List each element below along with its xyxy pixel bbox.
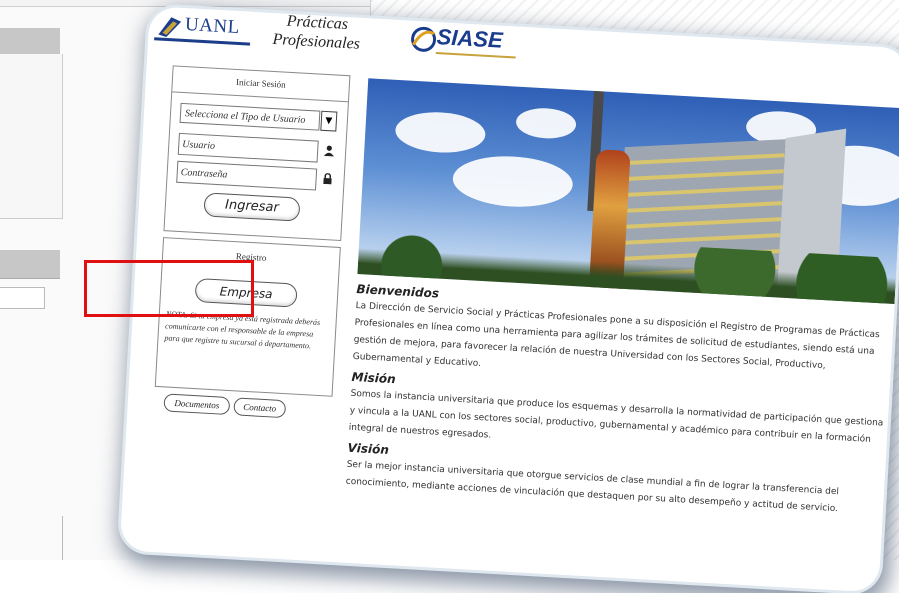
documentos-button[interactable]: Documentos bbox=[163, 393, 231, 416]
login-panel: Iniciar Sesión Selecciona el Tipo de Usu… bbox=[163, 65, 351, 242]
user-type-select[interactable]: Selecciona el Tipo de Usuario bbox=[179, 102, 321, 131]
campus-photo bbox=[357, 78, 899, 305]
cloud bbox=[394, 109, 487, 155]
cloud bbox=[451, 153, 575, 210]
site-title: Prácticas Profesionales bbox=[266, 11, 368, 55]
login-button[interactable]: Ingresar bbox=[203, 192, 301, 222]
siase-underline bbox=[435, 52, 516, 59]
login-divider bbox=[172, 91, 348, 103]
empresa-highlight-box bbox=[84, 260, 254, 317]
chevron-down-icon[interactable]: ▼ bbox=[320, 110, 338, 132]
cloud bbox=[515, 106, 577, 140]
password-field[interactable]: Contraseña bbox=[176, 160, 318, 191]
uanl-logo[interactable]: UANL bbox=[154, 10, 251, 49]
background-input bbox=[0, 287, 45, 309]
main-content: Bienvenidos La Dirección de Servicio Soc… bbox=[345, 282, 894, 525]
background-header-bar bbox=[0, 28, 60, 55]
background-divider bbox=[62, 516, 63, 560]
user-icon bbox=[323, 145, 335, 160]
siase-swoosh-icon bbox=[411, 26, 437, 52]
login-title: Iniciar Sesión bbox=[235, 76, 286, 90]
uanl-shield-icon bbox=[158, 17, 182, 37]
siase-logo-text: SIASE bbox=[436, 24, 504, 53]
background-top-strip bbox=[0, 0, 370, 7]
uanl-logo-text: UANL bbox=[184, 14, 241, 39]
contacto-button[interactable]: Contacto bbox=[233, 397, 287, 419]
background-panel bbox=[0, 54, 63, 219]
siase-logo[interactable]: SIASE bbox=[409, 23, 531, 66]
username-field[interactable]: Usuario bbox=[177, 132, 319, 163]
background-header-bar-2 bbox=[0, 250, 60, 279]
lock-icon bbox=[322, 172, 333, 188]
